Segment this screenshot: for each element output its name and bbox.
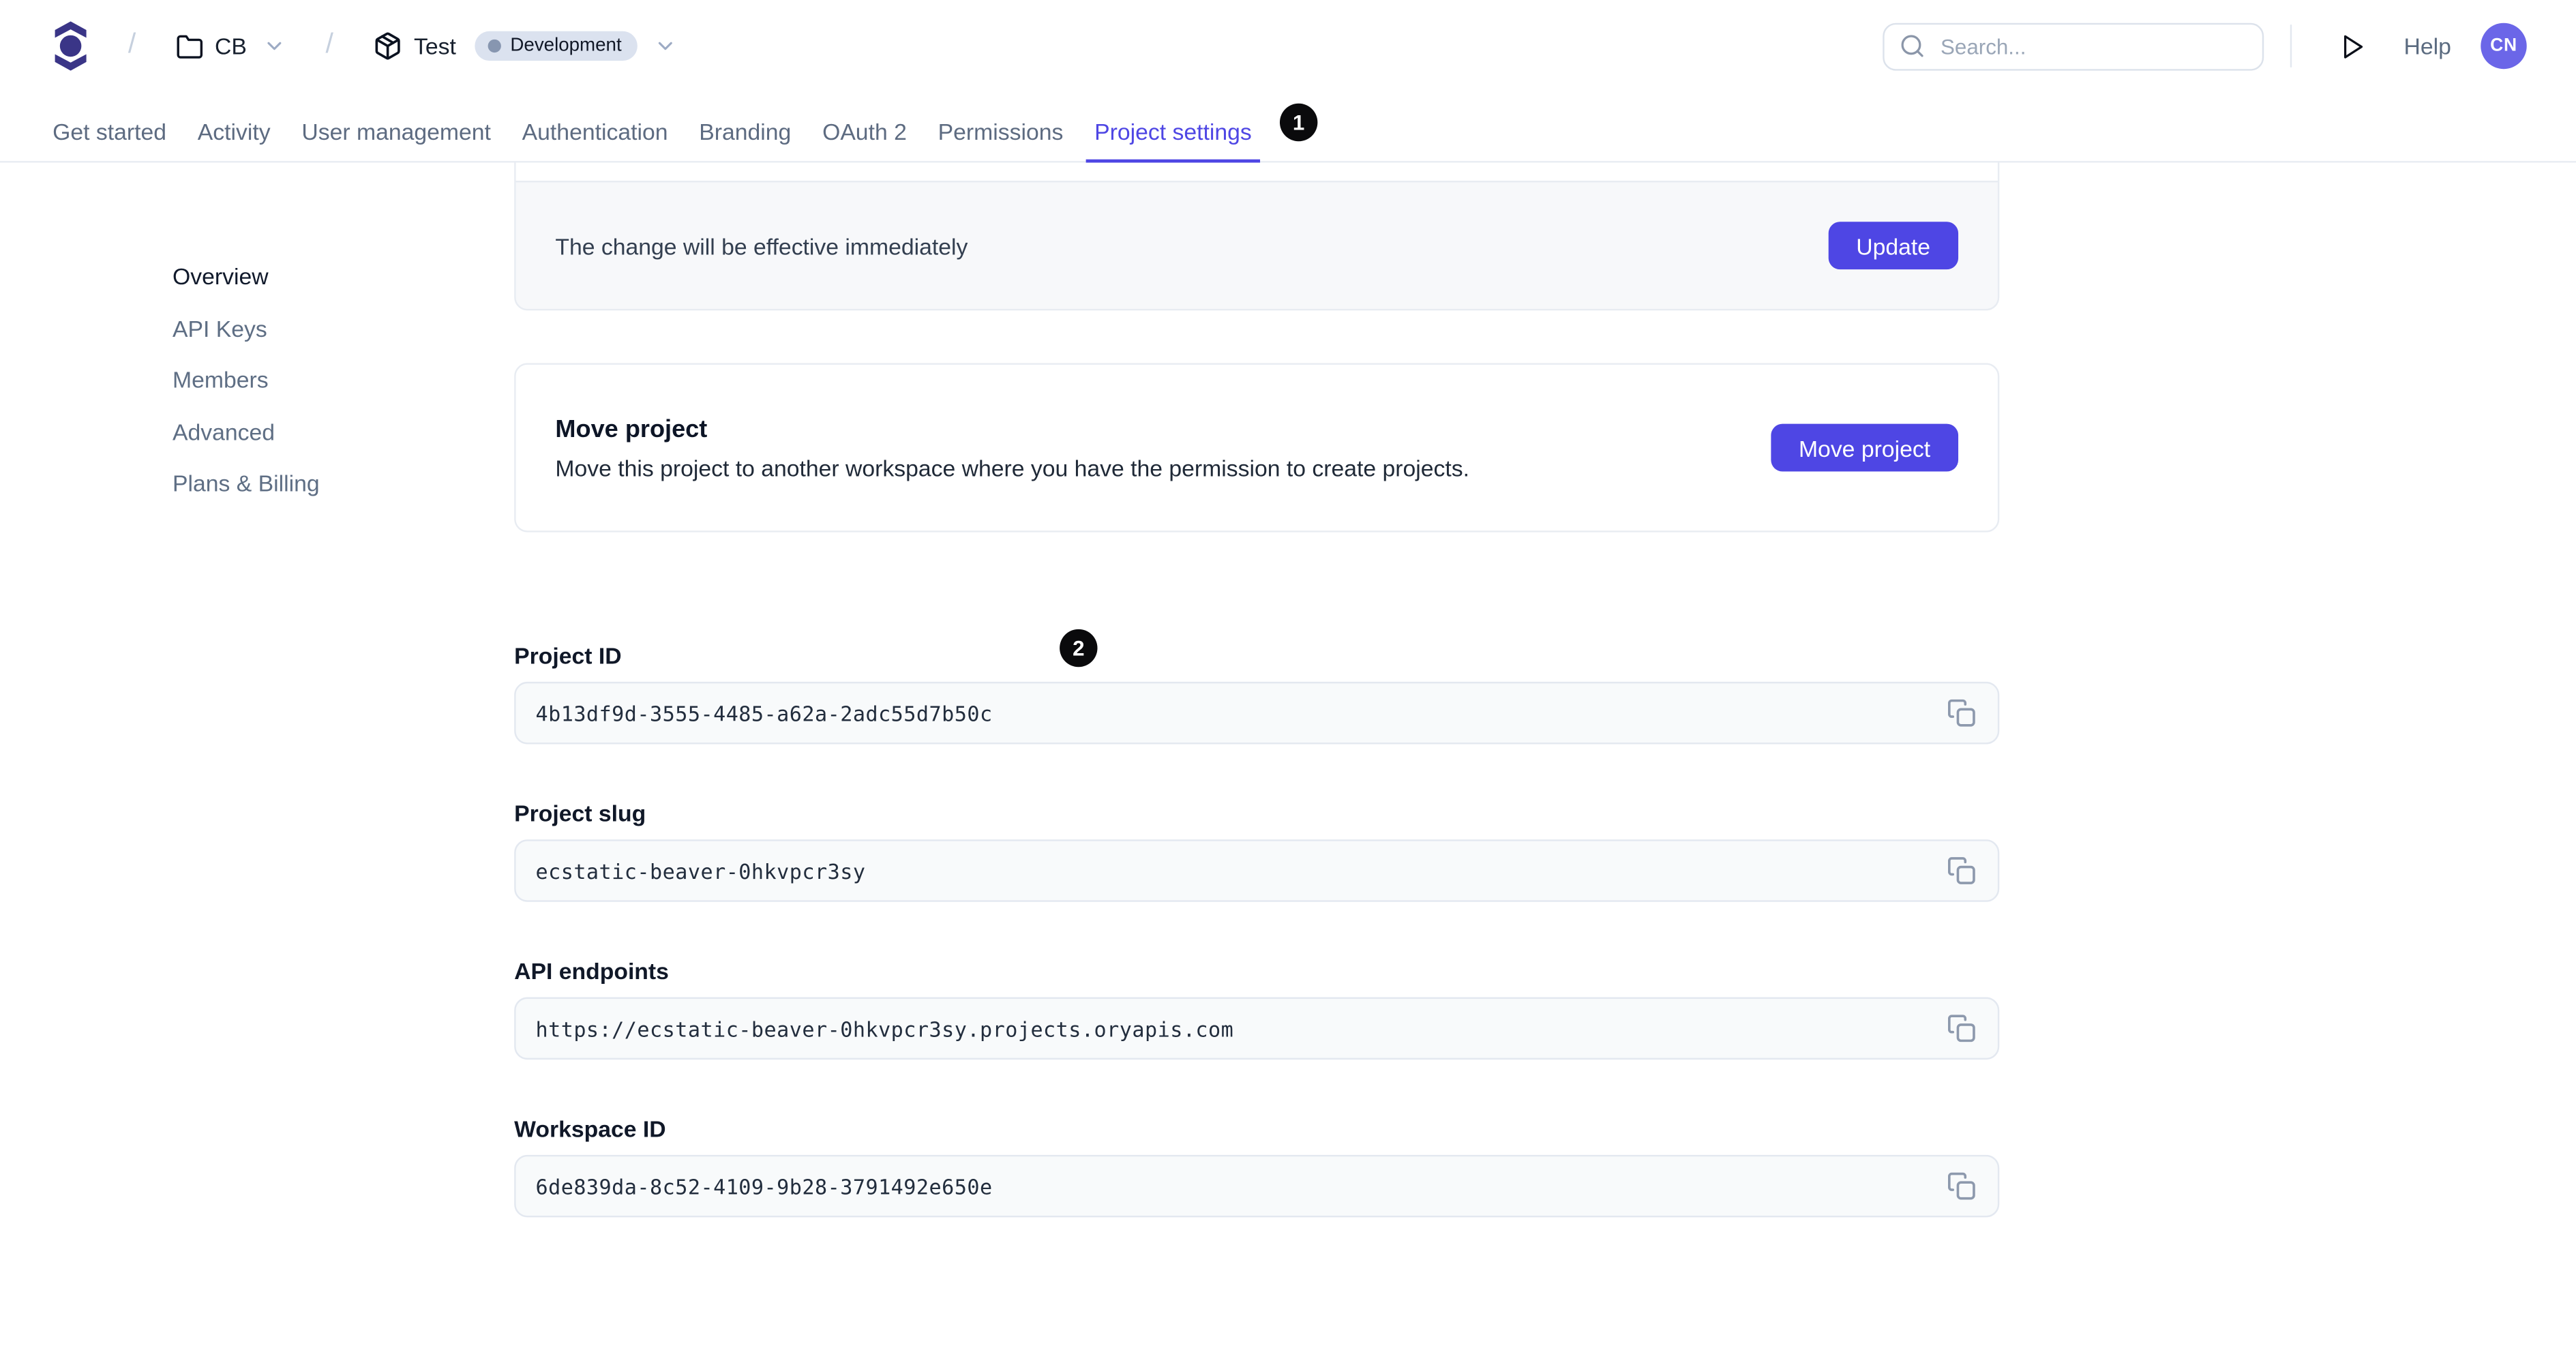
field-label: API endpoints: [514, 957, 669, 985]
tab-get-started[interactable]: Get started: [44, 101, 175, 162]
field-project-id: Project ID 4b13df9d-3555-4485-a62a-2adc5…: [514, 642, 2000, 745]
field-label: Project slug: [514, 800, 646, 826]
package-icon: [373, 31, 402, 61]
update-card-body: [514, 162, 2000, 181]
copy-icon: [1947, 1015, 1975, 1042]
field-workspace-id: Workspace ID 6de839da-8c52-4109-9b28-379…: [514, 1115, 2000, 1218]
field-box: 4b13df9d-3555-4485-a62a-2adc55d7b50c: [514, 681, 2000, 745]
help-link[interactable]: Help: [2404, 33, 2451, 59]
main-area: Overview API Keys Members Advanced Plans…: [0, 162, 2576, 1358]
tab-authentication[interactable]: Authentication: [514, 101, 676, 162]
header-divider: [2290, 25, 2292, 68]
run-playground-button[interactable]: [2340, 32, 2368, 60]
update-button[interactable]: Update: [1828, 222, 1959, 270]
play-icon: [2344, 34, 2363, 58]
copy-button[interactable]: [1943, 1168, 1979, 1204]
environment-dot-icon: [487, 39, 500, 53]
tab-branding[interactable]: Branding: [691, 101, 799, 162]
project-info-fields: Project ID 4b13df9d-3555-4485-a62a-2adc5…: [514, 642, 2000, 1218]
move-project-text: Move project Move this project to anothe…: [555, 415, 1771, 480]
field-label: Workspace ID: [514, 1115, 666, 1142]
avatar[interactable]: CN: [2481, 22, 2527, 70]
copy-icon: [1947, 699, 1975, 727]
tab-permissions[interactable]: Permissions: [930, 101, 1072, 162]
ory-console-app: / CB / Test Development Search... Help C…: [0, 0, 2576, 1365]
update-card-message: The change will be effective immediately: [555, 232, 968, 259]
move-project-button[interactable]: Move project: [1771, 423, 1959, 472]
ory-logo-icon[interactable]: [53, 21, 89, 71]
breadcrumb-separator: /: [325, 27, 333, 59]
sidebar-item-api-keys[interactable]: API Keys: [173, 314, 320, 341]
update-card: The change will be effective immediately…: [514, 162, 2000, 311]
field-project-slug: Project slug ecstatic-beaver-0hkvpcr3sy: [514, 800, 2000, 902]
copy-button[interactable]: [1943, 695, 1979, 731]
move-project-title: Move project: [555, 415, 708, 443]
settings-sidenav: Overview API Keys Members Advanced Plans…: [173, 263, 320, 522]
breadcrumb-project[interactable]: Test Development: [373, 31, 678, 61]
search-input[interactable]: [1883, 22, 2264, 70]
tab-oauth2[interactable]: OAuth 2: [814, 101, 915, 162]
field-api-endpoints: API endpoints https://ecstatic-beaver-0h…: [514, 957, 2000, 1060]
annotation-badge-1: 1: [1279, 103, 1318, 142]
breadcrumb-workspace[interactable]: CB: [175, 32, 286, 60]
search-icon: [1902, 34, 1924, 57]
field-value: ecstatic-beaver-0hkvpcr3sy: [535, 858, 866, 884]
settings-content: The change will be effective immediately…: [514, 162, 2000, 1218]
field-label: Project ID: [514, 642, 622, 669]
folder-icon: [175, 32, 203, 60]
field-value: https://ecstatic-beaver-0hkvpcr3sy.proje…: [535, 1016, 1234, 1041]
field-value: 6de839da-8c52-4109-9b28-3791492e650e: [535, 1173, 993, 1199]
search-box: [1883, 22, 2264, 70]
sidebar-item-members[interactable]: Members: [173, 366, 320, 393]
environment-label: Development: [510, 36, 622, 56]
copy-icon: [1947, 1172, 1975, 1200]
tab-user-management[interactable]: User management: [293, 101, 499, 162]
sidebar-item-plans-billing[interactable]: Plans & Billing: [173, 470, 320, 496]
move-project-card: Move project Move this project to anothe…: [514, 363, 2000, 532]
tab-activity[interactable]: Activity: [190, 101, 279, 162]
field-box: 6de839da-8c52-4109-9b28-3791492e650e: [514, 1154, 2000, 1218]
breadcrumb-separator: /: [128, 27, 136, 59]
chevron-down-icon: [263, 35, 286, 58]
header: / CB / Test Development Search... Help C…: [0, 0, 2576, 92]
field-box: ecstatic-beaver-0hkvpcr3sy: [514, 839, 2000, 902]
environment-badge: Development: [474, 31, 638, 61]
sidebar-item-overview[interactable]: Overview: [173, 263, 320, 290]
update-card-footer: The change will be effective immediately…: [514, 181, 2000, 311]
sidebar-item-advanced[interactable]: Advanced: [173, 418, 320, 445]
workspace-name: CB: [214, 33, 247, 59]
copy-button[interactable]: [1943, 1010, 1979, 1047]
chevron-down-icon: [655, 35, 678, 58]
copy-button[interactable]: [1943, 852, 1979, 888]
annotation-badge-2: 2: [1060, 629, 1098, 668]
header-right: Help CN: [1883, 22, 2527, 70]
move-project-description: Move this project to another workspace w…: [555, 454, 1469, 481]
tab-project-settings[interactable]: Project settings: [1086, 101, 1260, 164]
copy-icon: [1947, 857, 1975, 884]
field-value: 4b13df9d-3555-4485-a62a-2adc55d7b50c: [535, 700, 993, 725]
field-box: https://ecstatic-beaver-0hkvpcr3sy.proje…: [514, 997, 2000, 1060]
project-name: Test: [413, 33, 456, 59]
